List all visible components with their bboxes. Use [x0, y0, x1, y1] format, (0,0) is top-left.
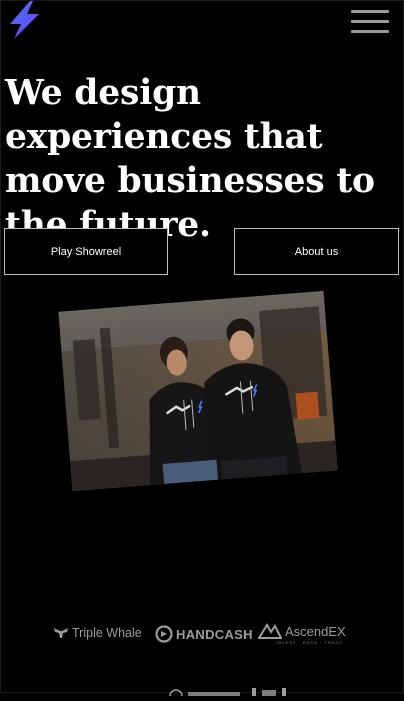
menu-line: [351, 20, 389, 23]
lightning-bolt-icon[interactable]: [6, 0, 42, 40]
client-name: AscendEX: [285, 623, 346, 639]
hamburger-menu-icon[interactable]: [351, 9, 391, 35]
about-us-button[interactable]: About us: [234, 228, 399, 275]
whale-tail-icon: [54, 628, 68, 638]
client-tagline: INVEST · EARN · TRADE: [276, 640, 344, 645]
client-logo-handcash: HANDCASH: [155, 625, 253, 643]
client-name: HANDCASH: [176, 626, 253, 642]
ascendex-icon: [258, 623, 282, 639]
team-photo: [58, 290, 338, 492]
client-logos: Triple Whale HANDCASH AscendEX INVEST · …: [0, 621, 404, 647]
client-logos-row-2: [0, 683, 404, 701]
client-name: Triple Whale: [72, 626, 142, 640]
client-logo-triple-whale: Triple Whale: [53, 626, 142, 640]
menu-line: [351, 30, 389, 33]
play-showreel-button[interactable]: Play Showreel: [4, 228, 168, 275]
handcash-icon: [155, 625, 173, 643]
client-logo-ascendex: AscendEX: [258, 623, 346, 639]
menu-line: [351, 10, 389, 13]
hero-headline: We design experiences that move business…: [5, 73, 375, 245]
